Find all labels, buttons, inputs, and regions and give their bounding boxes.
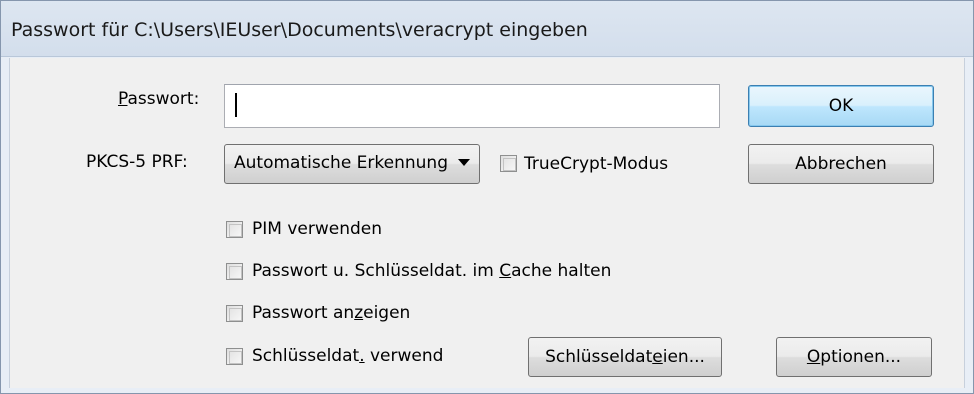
title-bar[interactable]: Passwort für C:\Users\IEUser\Documents\v… [1, 1, 973, 57]
use-pim-checkbox[interactable] [226, 221, 243, 238]
truecrypt-mode-checkbox[interactable] [500, 155, 517, 172]
chevron-down-icon [458, 159, 470, 166]
cache-password-checkbox[interactable] [226, 263, 243, 280]
dialog-body: Passwort: OK PKCS-5 PRF: Automatische Er… [9, 58, 965, 388]
use-keyfiles-label[interactable]: Schlüsseldat. verwend [252, 346, 474, 366]
ok-button[interactable]: OK [748, 85, 934, 127]
keyfiles-button-label: Schlüsseldateien... [545, 347, 705, 367]
text-caret [235, 93, 237, 117]
cancel-button[interactable]: Abbrechen [748, 144, 934, 184]
truecrypt-mode-label[interactable]: TrueCrypt-Modus [524, 154, 668, 174]
prf-select[interactable]: Automatische Erkennung [224, 144, 480, 184]
prf-selected-value: Automatische Erkennung [234, 153, 448, 173]
options-button-label: Optionen... [806, 347, 902, 367]
prf-label: PKCS-5 PRF: [86, 152, 188, 172]
options-button[interactable]: Optionen... [776, 337, 932, 377]
show-password-label[interactable]: Passwort anzeigen [252, 303, 410, 323]
show-password-checkbox[interactable] [226, 305, 243, 322]
cache-password-label[interactable]: Passwort u. Schlüsseldat. im Cache halte… [252, 261, 611, 281]
keyfiles-button[interactable]: Schlüsseldateien... [528, 337, 722, 377]
window-title: Passwort für C:\Users\IEUser\Documents\v… [11, 19, 588, 41]
password-dialog: Passwort für C:\Users\IEUser\Documents\v… [0, 0, 974, 394]
password-input[interactable] [224, 84, 720, 128]
use-pim-label[interactable]: PIM verwenden [252, 219, 382, 239]
use-keyfiles-checkbox[interactable] [226, 348, 243, 365]
password-label: Passwort: [118, 89, 200, 109]
